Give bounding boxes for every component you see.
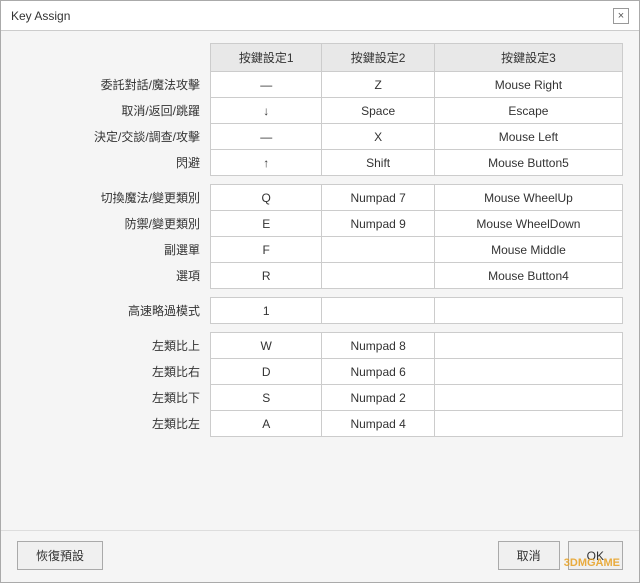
row-key1[interactable]: A bbox=[211, 411, 322, 437]
table-row: 左類比左ANumpad 4 bbox=[17, 411, 623, 437]
row-label: 左類比左 bbox=[17, 411, 211, 437]
row-key3[interactable] bbox=[434, 359, 622, 385]
row-label: 防禦/變更類別 bbox=[17, 211, 211, 237]
row-key1[interactable]: F bbox=[211, 237, 322, 263]
footer: 恢復預設 取消 OK bbox=[1, 530, 639, 582]
row-label: 委託對話/魔法攻擊 bbox=[17, 72, 211, 98]
row-key2[interactable] bbox=[322, 298, 434, 324]
row-key1[interactable]: ↓ bbox=[211, 98, 322, 124]
row-key1[interactable]: — bbox=[211, 72, 322, 98]
row-key2[interactable]: Numpad 2 bbox=[322, 385, 434, 411]
row-label: 閃避 bbox=[17, 150, 211, 176]
row-key1[interactable]: — bbox=[211, 124, 322, 150]
reset-button[interactable]: 恢復預設 bbox=[17, 541, 103, 570]
row-key3[interactable]: Mouse Button5 bbox=[434, 150, 622, 176]
table-row: 取消/返回/跳躍↓SpaceEscape bbox=[17, 98, 623, 124]
row-label: 切換魔法/變更類別 bbox=[17, 185, 211, 211]
table-spacer-row bbox=[17, 289, 623, 298]
table-row: 左類比右DNumpad 6 bbox=[17, 359, 623, 385]
main-window: Key Assign × 按鍵設定1 按鍵設定2 按鍵設定3 委託對話/魔法攻擊… bbox=[0, 0, 640, 583]
row-key2[interactable]: Numpad 9 bbox=[322, 211, 434, 237]
table-spacer-row bbox=[17, 176, 623, 185]
row-key1[interactable]: E bbox=[211, 211, 322, 237]
row-label: 左類比下 bbox=[17, 385, 211, 411]
header-col3: 按鍵設定3 bbox=[434, 44, 622, 72]
row-key1[interactable]: W bbox=[211, 333, 322, 359]
row-label: 高速略過模式 bbox=[17, 298, 211, 324]
row-key2[interactable]: Numpad 7 bbox=[322, 185, 434, 211]
row-key2[interactable] bbox=[322, 263, 434, 289]
row-label: 左類比上 bbox=[17, 333, 211, 359]
window-title: Key Assign bbox=[11, 9, 70, 23]
row-key1[interactable]: D bbox=[211, 359, 322, 385]
footer-right: 取消 OK bbox=[498, 541, 623, 570]
row-key3[interactable]: Mouse Right bbox=[434, 72, 622, 98]
row-key2[interactable] bbox=[322, 237, 434, 263]
table-spacer-row bbox=[17, 324, 623, 333]
content-area: 按鍵設定1 按鍵設定2 按鍵設定3 委託對話/魔法攻擊—ZMouse Right… bbox=[1, 31, 639, 530]
table-row: 決定/交談/調查/攻擊—XMouse Left bbox=[17, 124, 623, 150]
row-label: 副選單 bbox=[17, 237, 211, 263]
row-key2[interactable]: Numpad 8 bbox=[322, 333, 434, 359]
row-key3[interactable]: Mouse Left bbox=[434, 124, 622, 150]
cancel-button[interactable]: 取消 bbox=[498, 541, 560, 570]
row-label: 左類比右 bbox=[17, 359, 211, 385]
row-key2[interactable]: Numpad 6 bbox=[322, 359, 434, 385]
row-key3[interactable] bbox=[434, 333, 622, 359]
row-key3[interactable]: Mouse WheelDown bbox=[434, 211, 622, 237]
table-row: 切換魔法/變更類別QNumpad 7Mouse WheelUp bbox=[17, 185, 623, 211]
ok-button[interactable]: OK bbox=[568, 541, 623, 570]
close-button[interactable]: × bbox=[613, 8, 629, 24]
key-assign-table: 按鍵設定1 按鍵設定2 按鍵設定3 委託對話/魔法攻擊—ZMouse Right… bbox=[17, 43, 623, 437]
table-header-row: 按鍵設定1 按鍵設定2 按鍵設定3 bbox=[17, 44, 623, 72]
table-row: 選項R Mouse Button4 bbox=[17, 263, 623, 289]
header-col1: 按鍵設定1 bbox=[211, 44, 322, 72]
table-row: 防禦/變更類別ENumpad 9Mouse WheelDown bbox=[17, 211, 623, 237]
table-row: 閃避↑ShiftMouse Button5 bbox=[17, 150, 623, 176]
table-row: 左類比上WNumpad 8 bbox=[17, 333, 623, 359]
row-key1[interactable]: Q bbox=[211, 185, 322, 211]
row-key3[interactable]: Escape bbox=[434, 98, 622, 124]
table-row: 左類比下SNumpad 2 bbox=[17, 385, 623, 411]
row-key2[interactable]: Shift bbox=[322, 150, 434, 176]
table-row: 高速略過模式1 bbox=[17, 298, 623, 324]
row-key2[interactable]: Z bbox=[322, 72, 434, 98]
row-key2[interactable]: Space bbox=[322, 98, 434, 124]
row-key3[interactable] bbox=[434, 385, 622, 411]
header-col2: 按鍵設定2 bbox=[322, 44, 434, 72]
row-key1[interactable]: R bbox=[211, 263, 322, 289]
row-key3[interactable]: Mouse Button4 bbox=[434, 263, 622, 289]
row-key3[interactable]: Mouse Middle bbox=[434, 237, 622, 263]
footer-left: 恢復預設 bbox=[17, 541, 103, 570]
table-row: 副選單F Mouse Middle bbox=[17, 237, 623, 263]
header-label-col bbox=[17, 44, 211, 72]
row-key1[interactable]: 1 bbox=[211, 298, 322, 324]
row-key3[interactable]: Mouse WheelUp bbox=[434, 185, 622, 211]
row-label: 取消/返回/跳躍 bbox=[17, 98, 211, 124]
table-row: 委託對話/魔法攻擊—ZMouse Right bbox=[17, 72, 623, 98]
row-key2[interactable]: Numpad 4 bbox=[322, 411, 434, 437]
row-key3[interactable] bbox=[434, 411, 622, 437]
row-key3[interactable] bbox=[434, 298, 622, 324]
row-key1[interactable]: S bbox=[211, 385, 322, 411]
row-key2[interactable]: X bbox=[322, 124, 434, 150]
title-bar: Key Assign × bbox=[1, 1, 639, 31]
row-label: 決定/交談/調查/攻擊 bbox=[17, 124, 211, 150]
row-key1[interactable]: ↑ bbox=[211, 150, 322, 176]
row-label: 選項 bbox=[17, 263, 211, 289]
